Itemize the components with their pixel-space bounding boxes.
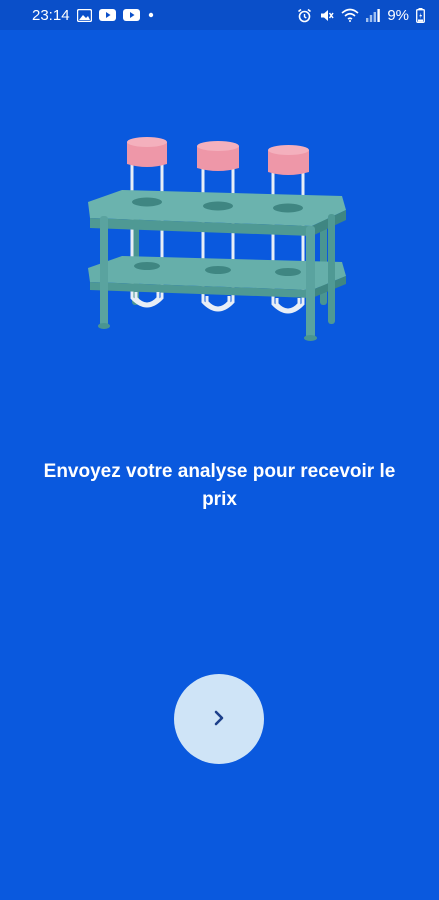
youtube-icon [98, 9, 116, 21]
dot-icon [147, 11, 155, 19]
status-time: 23:14 [32, 6, 70, 24]
status-bar: 23:14 9% [0, 0, 439, 30]
onboarding-headline: Envoyez votre analyse pour recevoir le p… [43, 461, 396, 510]
test-tubes-rack-illustration [80, 130, 360, 350]
mute-icon [319, 8, 334, 23]
youtube-icon [122, 9, 140, 21]
status-bar-left: 23:14 [32, 7, 155, 24]
next-button[interactable] [174, 674, 264, 764]
image-icon [76, 8, 92, 22]
signal-icon [366, 8, 381, 22]
battery-icon [416, 7, 425, 23]
status-bar-right: 9% [297, 7, 425, 24]
chevron-right-icon [212, 709, 226, 730]
wifi-icon [341, 8, 359, 22]
battery-percent: 9% [387, 6, 409, 24]
alarm-icon [297, 8, 312, 23]
